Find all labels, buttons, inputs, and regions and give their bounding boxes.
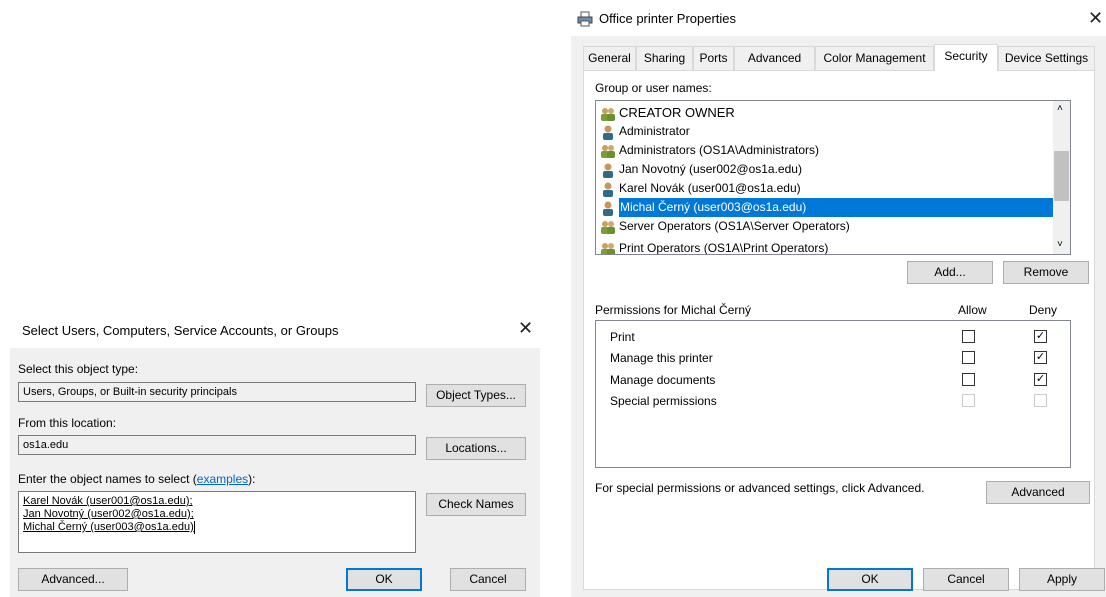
deny-checkbox-disabled <box>1034 394 1047 407</box>
list-item[interactable]: Jan Novotný (user002@os1a.edu) <box>600 160 1068 179</box>
group-icon <box>600 106 616 122</box>
permission-name: Manage documents <box>610 373 716 387</box>
tab-device-settings[interactable]: Device Settings <box>998 46 1095 70</box>
deny-checkbox[interactable]: ✓ <box>1034 351 1047 364</box>
dialog-title: Office printer Properties <box>599 11 737 26</box>
tab-color-management[interactable]: Color Management <box>815 46 934 70</box>
printer-properties-dialog: Office printer Properties ✕ General Shar… <box>571 0 1106 597</box>
tab-sharing[interactable]: Sharing <box>636 46 693 70</box>
chevron-up-icon[interactable]: ˄ <box>1057 103 1063 114</box>
group-icon <box>600 143 616 159</box>
user-icon <box>600 162 616 178</box>
user-list[interactable]: CREATOR OWNER Administrator Administrato… <box>595 100 1071 255</box>
ok-button[interactable]: OK <box>827 568 913 591</box>
close-icon[interactable]: ✕ <box>518 319 533 337</box>
allow-checkbox[interactable] <box>962 351 975 364</box>
add-button[interactable]: Add... <box>907 261 993 284</box>
permissions-list: Print ✓ Manage this printer ✓ Manage doc… <box>595 320 1071 468</box>
chevron-down-icon[interactable]: ˅ <box>1057 239 1063 250</box>
allow-checkbox[interactable] <box>962 373 975 386</box>
advanced-button[interactable]: Advanced... <box>18 568 128 591</box>
list-item[interactable]: CREATOR OWNER <box>600 103 1068 122</box>
object-names-textarea[interactable]: Karel Novák (user001@os1a.edu); Jan Novo… <box>18 491 416 553</box>
cancel-button[interactable]: Cancel <box>450 568 526 591</box>
user-icon <box>600 200 616 216</box>
object-types-button[interactable]: Object Types... <box>426 384 526 407</box>
advanced-button[interactable]: Advanced <box>986 481 1090 504</box>
deny-checkbox[interactable]: ✓ <box>1034 330 1047 343</box>
user-icon <box>600 181 616 197</box>
group-icon <box>600 219 616 235</box>
ok-button[interactable]: OK <box>346 568 422 591</box>
apply-button[interactable]: Apply <box>1019 568 1105 591</box>
names-label: Enter the object names to select (exampl… <box>18 472 256 486</box>
name-entry: Karel Novák (user001@os1a.edu); <box>23 495 193 507</box>
permission-name: Special permissions <box>610 394 717 408</box>
locations-button[interactable]: Locations... <box>426 437 526 460</box>
check-names-button[interactable]: Check Names <box>426 493 526 516</box>
printer-icon <box>577 11 593 30</box>
special-permissions-text: For special permissions or advanced sett… <box>595 481 925 495</box>
name-entry: Michal Černý (user003@os1a.edu) <box>23 521 195 534</box>
group-label: Group or user names: <box>595 81 712 95</box>
examples-link[interactable]: examples <box>197 472 248 486</box>
location-field: os1a.edu <box>18 435 416 455</box>
allow-header: Allow <box>958 303 987 317</box>
tab-ports[interactable]: Ports <box>693 46 734 70</box>
list-item[interactable]: Server Operators (OS1A\Server Operators) <box>600 217 1068 236</box>
name-entry: Jan Novotný (user002@os1a.edu); <box>23 508 194 520</box>
close-icon[interactable]: ✕ <box>1088 9 1103 27</box>
group-icon <box>600 241 616 254</box>
scrollbar-thumb[interactable] <box>1054 151 1069 201</box>
list-scrollbar[interactable]: ˄ ˅ <box>1053 101 1070 254</box>
list-item[interactable]: Karel Novák (user001@os1a.edu) <box>600 179 1068 198</box>
deny-checkbox[interactable]: ✓ <box>1034 373 1047 386</box>
tab-advanced[interactable]: Advanced <box>734 46 815 70</box>
object-type-field: Users, Groups, or Built-in security prin… <box>18 382 416 402</box>
location-label: From this location: <box>18 416 117 430</box>
select-users-dialog: Select Users, Computers, Service Account… <box>10 310 540 597</box>
list-item[interactable]: Administrator <box>600 122 1068 141</box>
list-item-selected[interactable]: Michal Černý (user003@os1a.edu) <box>600 198 1068 217</box>
list-item[interactable]: Print Operators (OS1A\Print Operators) <box>600 239 1068 254</box>
object-type-label: Select this object type: <box>18 362 139 376</box>
cancel-button[interactable]: Cancel <box>923 568 1009 591</box>
dialog-body: Select this object type: Users, Groups, … <box>10 348 540 597</box>
permissions-label: Permissions for Michal Černý <box>595 303 752 317</box>
tab-security[interactable]: Security <box>934 44 998 71</box>
permission-name: Print <box>610 330 635 344</box>
user-icon <box>600 124 616 140</box>
list-item[interactable]: Administrators (OS1A\Administrators) <box>600 141 1068 160</box>
permission-name: Manage this printer <box>610 351 713 365</box>
deny-header: Deny <box>1029 303 1058 317</box>
tab-general[interactable]: General <box>583 46 636 70</box>
allow-checkbox[interactable] <box>962 330 975 343</box>
allow-checkbox-disabled <box>962 394 975 407</box>
dialog-title: Select Users, Computers, Service Account… <box>22 323 339 338</box>
remove-button[interactable]: Remove <box>1003 261 1089 284</box>
